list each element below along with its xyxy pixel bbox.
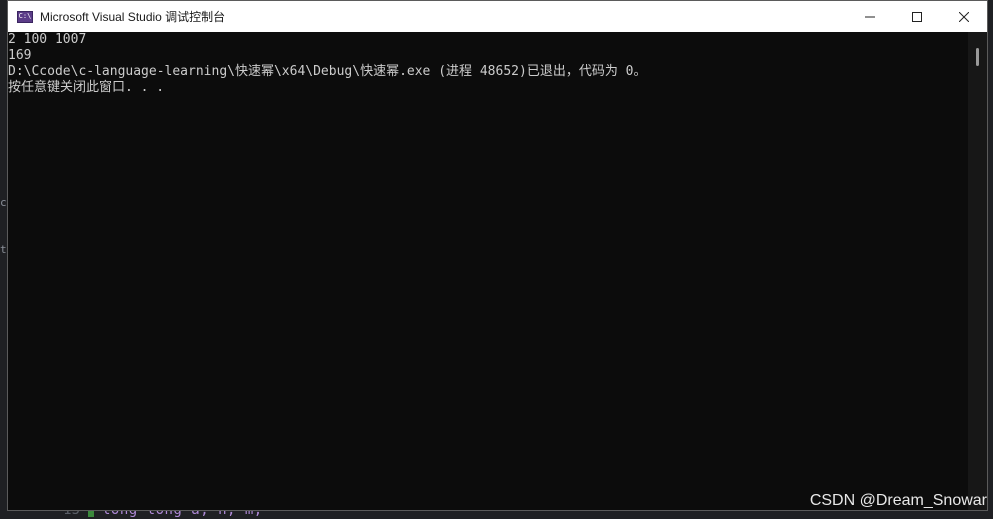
console-line: 2 100 1007 [8, 32, 87, 47]
debug-console-window: C:\ Microsoft Visual Studio 调试控制台 2 100 … [7, 0, 988, 511]
console-line: 169 [8, 48, 32, 63]
background-gutter-char: c [0, 196, 7, 209]
maximize-icon [911, 11, 922, 22]
minimize-icon [864, 16, 875, 17]
scrollbar-thumb[interactable] [976, 48, 979, 66]
watermark: CSDN @Dream_Snowar [809, 492, 987, 509]
close-button[interactable] [940, 1, 987, 32]
minimize-button[interactable] [846, 1, 893, 32]
window-title: Microsoft Visual Studio 调试控制台 [40, 10, 226, 24]
background-gutter-char: t [0, 243, 7, 256]
vertical-scrollbar[interactable] [968, 32, 987, 510]
window-controls [846, 1, 987, 32]
console-output[interactable]: 2 100 1007 169 D:\Ccode\c-language-learn… [8, 32, 968, 510]
title-bar[interactable]: C:\ Microsoft Visual Studio 调试控制台 [8, 1, 987, 32]
close-icon [958, 11, 969, 22]
console-app-icon: C:\ [17, 10, 33, 23]
console-line: 按任意键关闭此窗口. . . [8, 80, 165, 95]
maximize-button[interactable] [893, 1, 940, 32]
console-line: D:\Ccode\c-language-learning\快速幂\x64\Deb… [8, 64, 647, 79]
